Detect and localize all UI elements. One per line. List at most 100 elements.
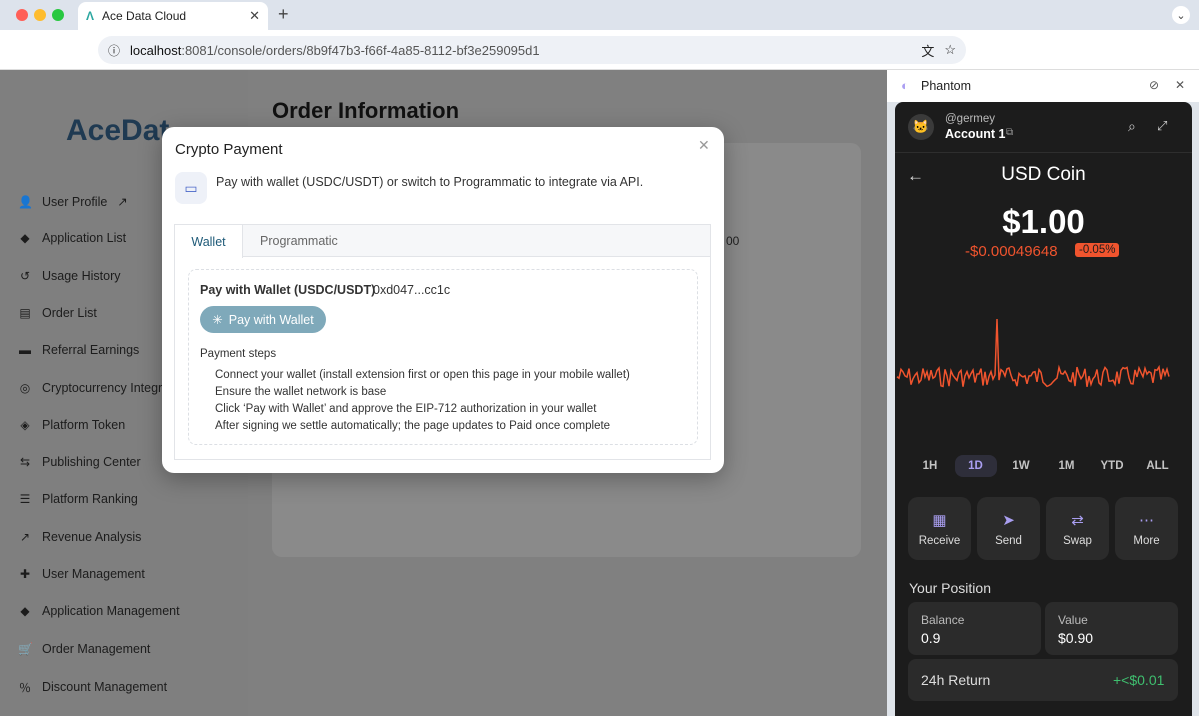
pay-with-wallet-button[interactable]: ✳ Pay with Wallet — [200, 306, 326, 333]
order-icon: ▤ — [19, 305, 31, 320]
ace-logo-icon: Λ — [86, 9, 95, 23]
return-box: 24h Return +<$0.01 — [908, 659, 1178, 701]
chart-icon: ↗ — [19, 529, 31, 544]
tab-programmatic[interactable]: Programmatic — [260, 234, 338, 248]
balance-box: Balance 0.9 — [908, 602, 1041, 655]
sidebar-item-label: Publishing Center — [42, 455, 141, 470]
username: @germey — [945, 113, 996, 125]
browser-tab-bar: Λ Ace Data Cloud ✕ + ⌄ — [0, 0, 1199, 30]
send-button[interactable]: ➤ Send — [977, 497, 1040, 560]
sidebar-item[interactable]: ▤ Order List — [18, 306, 97, 320]
range-1h[interactable]: 1H — [909, 455, 951, 477]
url-text: localhost:8081/console/orders/8b9f47b3-f… — [130, 42, 540, 58]
close-tab-icon[interactable]: ✕ — [249, 8, 260, 24]
wallet-icon: ▬ — [19, 343, 31, 358]
credit-card-icon: ▭ — [175, 172, 207, 204]
range-1d[interactable]: 1D — [954, 455, 997, 477]
tab-wallet[interactable]: Wallet — [175, 225, 243, 258]
sidebar-item-label: Discount Management — [42, 680, 168, 695]
sidebar-item-label: Application Management — [42, 604, 180, 619]
sidebar-item[interactable]: 👤 User Profile ↗ — [18, 194, 128, 210]
search-icon[interactable]: ⌕ — [1128, 118, 1136, 135]
more-icon: ⋯ — [1139, 511, 1154, 529]
tab-search-icon[interactable]: ⌄ — [1172, 6, 1190, 24]
swap-button[interactable]: ⇄ Swap — [1046, 497, 1109, 560]
list-icon: ☰ — [19, 492, 31, 507]
pay-button-label: Pay with Wallet — [228, 312, 314, 327]
cart-icon: 🛒 — [18, 641, 33, 656]
phantom-wallet: 🐱 @germey Account 1 ⧉ ⌕ ⤢ ← USD Coin $1.… — [895, 102, 1192, 716]
crypto-icon: ◎ — [19, 380, 31, 395]
sidebar-item[interactable]: ▬ Referral Earnings — [18, 343, 139, 357]
url-field[interactable]: ⓘ localhost:8081/console/orders/8b9f47b3… — [98, 36, 966, 64]
sidebar-item-label: Platform Ranking — [42, 492, 138, 507]
close-icon[interactable]: ✕ — [698, 137, 710, 154]
steps-title: Payment steps — [200, 348, 277, 360]
wallet-address: 0xd047...cc1c — [373, 283, 451, 297]
range-1w[interactable]: 1W — [1000, 455, 1042, 477]
token-name: USD Coin — [1001, 164, 1086, 185]
bookmark-star-icon[interactable]: ☆ — [944, 42, 956, 58]
sidebar-item[interactable]: ↗ Revenue Analysis — [18, 530, 141, 544]
step-item: Connect your wallet (install extension f… — [215, 369, 630, 381]
close-panel-icon[interactable]: ✕ — [1175, 78, 1185, 92]
range-all[interactable]: ALL — [1137, 455, 1179, 477]
sidebar-item[interactable]: ◆ Application List — [18, 231, 126, 245]
sidebar-item[interactable]: ⇆ Publishing Center — [18, 455, 141, 469]
receive-button[interactable]: ▦ Receive — [908, 497, 971, 560]
more-button[interactable]: ⋯ More — [1115, 497, 1178, 560]
box-icon: ◆ — [20, 231, 30, 246]
order-value-fragment: 00 — [726, 234, 740, 248]
sidebar-item[interactable]: ✚ User Management — [18, 567, 145, 581]
expand-icon[interactable]: ⤢ — [1157, 118, 1167, 134]
translate-icon[interactable]: 文 — [921, 41, 934, 60]
close-window-button[interactable] — [16, 9, 28, 21]
sidebar-item-label: Application List — [42, 231, 127, 246]
step-item: Ensure the wallet network is base — [215, 386, 387, 398]
sidebar-item-label: User Profile — [42, 194, 108, 209]
range-ytd[interactable]: YTD — [1091, 455, 1133, 477]
sidebar-item[interactable]: ◈ Platform Token — [18, 418, 125, 432]
step-item: Click ‘Pay with Wallet’ and approve the … — [215, 403, 597, 415]
side-panel-header: ◐ Phantom ⊘ ✕ — [887, 70, 1199, 102]
app-logo: AceDat — [66, 114, 170, 147]
site-info-icon[interactable]: ⓘ — [108, 42, 120, 59]
sidebar-item[interactable]: ◎ Cryptocurrency Integra — [18, 381, 169, 395]
sidebar-item-label: Order Management — [42, 641, 151, 656]
avatar-icon[interactable]: 🐱 — [908, 114, 934, 140]
page-title: Order Information — [272, 98, 460, 123]
range-1m[interactable]: 1M — [1046, 455, 1088, 477]
sidebar-item[interactable]: 🛒 Order Management — [18, 642, 150, 656]
sidebar-item-label: Revenue Analysis — [42, 529, 142, 544]
modal-description: Pay with wallet (USDC/USDT) or switch to… — [216, 175, 644, 189]
return-value: +<$0.01 — [1113, 672, 1165, 688]
external-link-icon: ↗ — [117, 195, 128, 209]
tab-header — [175, 225, 710, 257]
price-chart — [896, 318, 1170, 388]
balance-label: Balance — [921, 613, 965, 627]
maximize-window-button[interactable] — [52, 9, 64, 21]
tab-title: Ace Data Cloud — [102, 9, 187, 23]
user-plus-icon: ✚ — [19, 567, 31, 581]
copy-icon[interactable]: ⧉ — [1006, 127, 1013, 138]
account-name[interactable]: Account 1 — [945, 127, 1005, 141]
new-tab-icon[interactable]: + — [278, 4, 289, 25]
balance-value: 0.9 — [921, 630, 941, 646]
return-label: 24h Return — [921, 672, 991, 688]
token-price: $1.00 — [1002, 203, 1085, 240]
sidebar-item-label: User Management — [42, 567, 145, 581]
unpin-icon[interactable]: ⊘ — [1149, 78, 1159, 92]
wallet-panel: Pay with Wallet (USDC/USDT) 0xd047...cc1… — [188, 269, 698, 445]
sidebar-item-label: Referral Earnings — [42, 343, 140, 358]
sidebar-item-label: Cryptocurrency Integra — [42, 380, 170, 395]
publish-icon: ⇆ — [19, 455, 31, 470]
sidebar-item[interactable]: ☰ Platform Ranking — [18, 492, 138, 506]
minimize-window-button[interactable] — [34, 9, 46, 21]
sidebar-item-label: Usage History — [42, 268, 121, 283]
crypto-payment-modal: Crypto Payment ✕ ▭ Pay with wallet (USDC… — [162, 127, 724, 473]
sidebar-item-label: Order List — [42, 305, 97, 320]
sidebar-item[interactable]: ％ Discount Management — [18, 679, 167, 696]
sidebar-item[interactable]: ↺ Usage History — [18, 269, 121, 283]
sidebar-item[interactable]: ◆ Application Management — [18, 604, 180, 619]
browser-tab[interactable]: Λ Ace Data Cloud ✕ — [78, 2, 268, 30]
